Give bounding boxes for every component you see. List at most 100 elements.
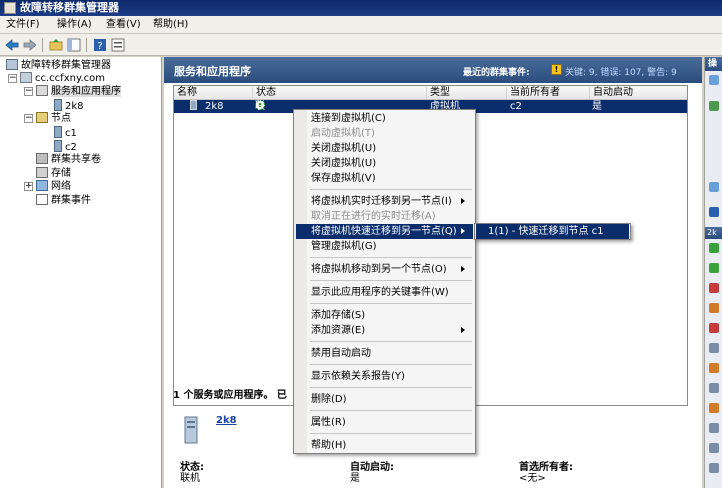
grid-header: 名称 状态 类型 当前所有者 自动启动 <box>174 86 687 100</box>
col-status[interactable]: 状态 <box>253 87 427 99</box>
menu-item-live-migrate[interactable]: 将虚拟机实时迁移到另一节点(I) <box>296 194 473 209</box>
menu-item-help[interactable]: 帮助(H) <box>296 438 473 453</box>
submenu-arrow-icon <box>461 327 465 333</box>
action-icon[interactable] <box>709 283 719 293</box>
menu-item-dependency-report[interactable]: 显示依赖关系报告(Y) <box>296 369 473 384</box>
toolbar: ? <box>0 34 722 56</box>
menu-item-manage-vm[interactable]: 管理虚拟机(G) <box>296 239 473 254</box>
action-icon[interactable] <box>709 182 719 192</box>
menu-view[interactable]: 查看(V) <box>106 18 141 32</box>
tree-networks[interactable]: + 网络 <box>24 180 71 193</box>
submenu-arrow-icon <box>461 198 465 204</box>
action-icon[interactable] <box>709 343 719 353</box>
action-icon[interactable] <box>709 303 719 313</box>
menu-help[interactable]: 帮助(H) <box>153 18 188 32</box>
menu-item-connect-vm[interactable]: 连接到虚拟机(C) <box>296 111 473 126</box>
row-name: 2k8 <box>205 101 224 112</box>
tree-storage[interactable]: 存储 <box>36 167 71 180</box>
server-icon <box>54 99 62 111</box>
server-icon <box>54 126 62 138</box>
up-folder-icon[interactable] <box>49 38 63 52</box>
shared-volume-icon <box>36 153 48 164</box>
action-icon[interactable] <box>709 463 719 473</box>
collapse-icon[interactable]: − <box>24 114 33 123</box>
nodes-icon <box>36 112 48 123</box>
server-icon <box>182 415 200 445</box>
tree-vm-2k8[interactable]: 2k8 <box>54 99 84 112</box>
tree-services-and-applications[interactable]: − 服务和应用程序 <box>24 85 121 98</box>
back-icon[interactable] <box>5 38 19 52</box>
app-icon <box>4 2 16 14</box>
menu-item-add-resource[interactable]: 添加资源(E) <box>296 323 473 338</box>
network-icon <box>36 180 48 191</box>
actions-pane: 操 2k <box>704 57 722 488</box>
autostart-value: 是 <box>350 473 360 484</box>
actions-header: 操 <box>705 57 722 71</box>
menu-item-disable-autostart[interactable]: 禁用自动启动 <box>296 346 473 361</box>
storage-icon <box>36 167 48 178</box>
menu-file[interactable]: 文件(F) <box>6 18 40 32</box>
center-header: 服务和应用程序 最近的群集事件: ! 关键: 9, 错误: 107, 警告: 9 <box>164 57 702 83</box>
submenu-item-migrate-to-c1[interactable]: 1(1) - 快速迁移到节点 c1 <box>476 224 629 239</box>
action-icon[interactable] <box>709 243 719 253</box>
server-icon <box>54 140 62 152</box>
show-hide-tree-icon[interactable] <box>67 38 81 52</box>
expand-icon[interactable]: + <box>24 182 33 191</box>
window-title: 故障转移群集管理器 <box>20 1 119 14</box>
action-icon[interactable] <box>709 263 719 273</box>
quick-migrate-submenu: 1(1) - 快速迁移到节点 c1 <box>474 223 631 240</box>
col-autostart[interactable]: 自动启动 <box>590 87 687 99</box>
menu-item-show-critical-events[interactable]: 显示此应用程序的关键事件(W) <box>296 285 473 300</box>
col-owner[interactable]: 当前所有者 <box>507 87 590 99</box>
tree-node-c1[interactable]: c1 <box>54 126 77 139</box>
tree-cluster-events[interactable]: 群集事件 <box>36 194 91 207</box>
menu-bar: 文件(F) 操作(A) 查看(V) 帮助(H) <box>0 16 722 34</box>
menu-item-cancel-live-migration[interactable]: 取消正在进行的实时迁移(A) <box>296 209 473 224</box>
submenu-arrow-icon <box>461 228 465 234</box>
menu-item-turn-off-vm[interactable]: 关闭虚拟机(U) <box>296 156 473 171</box>
forward-icon[interactable] <box>23 38 37 52</box>
help-icon[interactable]: ? <box>93 38 107 52</box>
tree-node-c2[interactable]: c2 <box>54 140 77 153</box>
collapse-icon[interactable]: − <box>8 74 17 83</box>
tree-nodes[interactable]: − 节点 <box>24 112 71 125</box>
preferred-owner-value: <无> <box>519 473 546 484</box>
events-summary-links[interactable]: 关键: 9, 错误: 107, 警告: 9 <box>565 65 677 78</box>
svg-text:?: ? <box>97 41 102 52</box>
warning-icon: ! <box>551 64 562 75</box>
menu-item-shutdown-vm[interactable]: 关闭虚拟机(U) <box>296 141 473 156</box>
action-icon[interactable] <box>709 75 719 85</box>
tree-root[interactable]: 故障转移群集管理器 <box>6 59 111 72</box>
menu-item-delete[interactable]: 删除(D) <box>296 392 473 407</box>
menu-item-quick-migrate[interactable]: 将虚拟机快速迁移到另一节点(Q) <box>296 224 473 239</box>
actions-section-header: 2k <box>705 227 722 239</box>
action-icon[interactable] <box>709 403 719 413</box>
action-icon[interactable] <box>709 383 719 393</box>
action-icon[interactable] <box>709 323 719 333</box>
help-icon[interactable] <box>709 207 719 217</box>
menu-item-start-vm[interactable]: 启动虚拟机(T) <box>296 126 473 141</box>
title-bar: 故障转移群集管理器 <box>0 0 722 16</box>
properties-icon[interactable] <box>111 38 125 52</box>
action-icon[interactable] <box>709 423 719 433</box>
cluster-icon <box>20 72 32 83</box>
menu-action[interactable]: 操作(A) <box>57 18 92 32</box>
action-icon[interactable] <box>709 101 719 111</box>
menu-item-save-vm[interactable]: 保存虚拟机(V) <box>296 171 473 186</box>
detail-name-link[interactable]: 2k8 <box>216 415 237 426</box>
menu-item-add-storage[interactable]: 添加存储(S) <box>296 308 473 323</box>
recent-events-label: 最近的群集事件: <box>463 68 530 78</box>
center-title: 服务和应用程序 <box>174 65 251 78</box>
action-icon[interactable] <box>709 363 719 373</box>
tree-cluster[interactable]: − cc.ccfxny.com <box>8 72 105 85</box>
submenu-arrow-icon <box>461 266 465 272</box>
menu-item-move-vm[interactable]: 将虚拟机移动到另一个节点(O) <box>296 262 473 277</box>
collapse-icon[interactable]: − <box>24 87 33 96</box>
col-type[interactable]: 类型 <box>427 87 507 99</box>
tree-cluster-shared-volumes[interactable]: 群集共享卷 <box>36 153 101 166</box>
menu-item-properties[interactable]: 属性(R) <box>296 415 473 430</box>
action-icon[interactable] <box>709 443 719 453</box>
row-owner: c2 <box>510 101 522 112</box>
context-menu: 连接到虚拟机(C) 启动虚拟机(T) 关闭虚拟机(U) 关闭虚拟机(U) 保存虚… <box>293 109 476 454</box>
col-name[interactable]: 名称 <box>174 87 253 99</box>
